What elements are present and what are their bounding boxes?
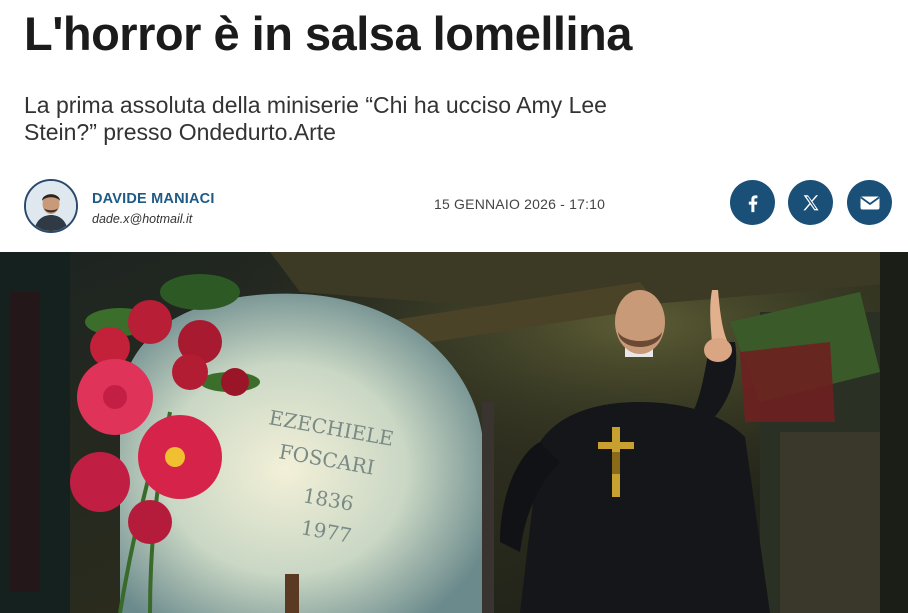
article-byline: DAVIDE MANIACI dade.x@hotmail.it 15 GENN… [0,176,908,238]
share-facebook-button[interactable] [730,180,775,225]
author-avatar[interactable] [24,179,78,233]
author-email[interactable]: dade.x@hotmail.it [92,212,192,226]
hero-photo-illustration: EZECHIELE FOSCARI 1836 1977 [0,252,908,613]
avatar-portrait-icon [26,181,76,231]
facebook-icon [748,194,757,212]
publish-datetime: 15 GENNAIO 2026 - 17:10 [434,196,606,212]
x-icon [802,194,819,210]
article-headline: L'horror è in salsa lomellina [24,7,632,60]
mail-icon [859,196,880,209]
share-x-button[interactable] [788,180,833,225]
author-name[interactable]: DAVIDE MANIACI [92,191,215,207]
share-email-button[interactable] [847,180,892,225]
article-subtitle: La prima assoluta della miniserie “Chi h… [24,92,607,145]
hero-image: EZECHIELE FOSCARI 1836 1977 [0,252,908,613]
